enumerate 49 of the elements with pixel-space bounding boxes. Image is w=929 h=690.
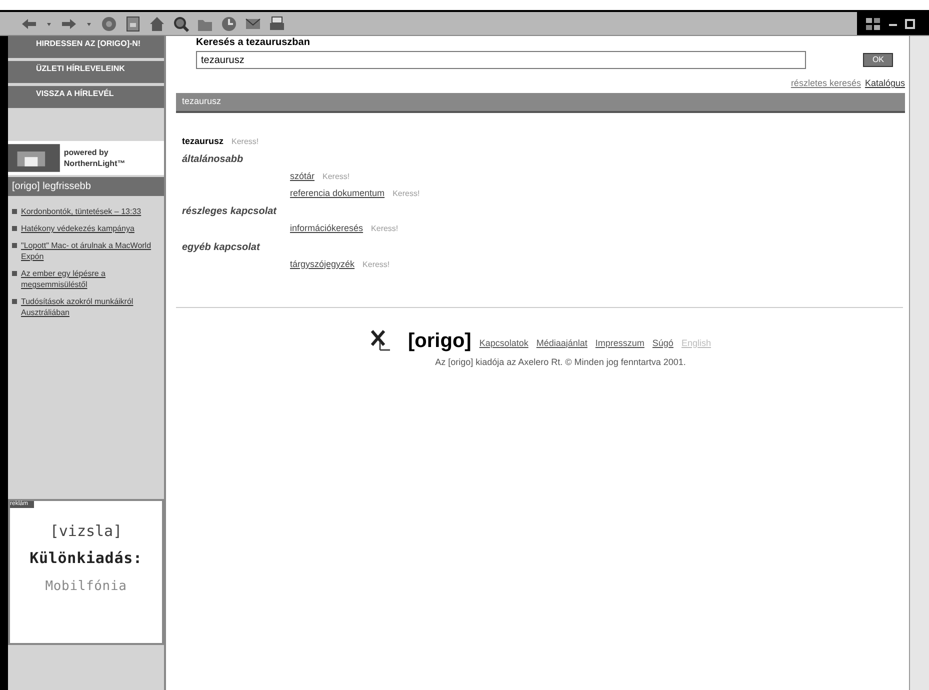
powered-by-text: powered by NorthernLight™: [62, 147, 126, 169]
bullet-icon: [12, 243, 17, 248]
scrollbar[interactable]: [909, 36, 929, 690]
link[interactable]: Katalógus: [864, 77, 905, 90]
term-link[interactable]: referencia dokumentum: [290, 186, 385, 200]
term-link[interactable]: szótár: [290, 170, 315, 184]
ad-text: Különkiadás:: [30, 548, 142, 568]
origo-logo-text: [origo]: [408, 330, 472, 352]
sidebar-menu-item[interactable]: VISSZA A HÍRLEVÉL: [8, 86, 164, 108]
stop-icon[interactable]: [100, 14, 118, 32]
term-label: tezaurusz: [182, 134, 224, 148]
windows-logo-icon: [865, 16, 881, 30]
ok-button[interactable]: OK: [863, 53, 893, 67]
minimize-icon[interactable]: [889, 22, 897, 26]
footer-link[interactable]: Kapcsolatok: [479, 336, 528, 350]
news-link[interactable]: Hatékony védekezés kampánya: [21, 223, 134, 234]
home-icon[interactable]: [148, 14, 166, 32]
news-link[interactable]: Az ember egy lépésre a megsemmisüléstől: [21, 268, 164, 290]
restore-icon[interactable]: [905, 18, 915, 28]
printer-icon[interactable]: [268, 14, 286, 32]
group-title: általánosabb: [182, 153, 244, 167]
search-field[interactable]: tezaurusz: [196, 51, 806, 69]
news-link[interactable]: Tudósítások azokról munkáikról Ausztráliában: [21, 296, 164, 318]
copyright-text: Az [origo] kiadója az Axelero Rt. © Minden jog fenntartva 2001.: [435, 356, 686, 369]
group-title: részleges kapcsolat: [182, 205, 278, 219]
origo-logo-icon: [370, 328, 392, 352]
sidebar-menu-item[interactable]: HIRDESSEN AZ [ORIGO]-N!: [8, 36, 164, 58]
section-header: tezaurusz: [176, 92, 905, 112]
term-link[interactable]: információkeresés: [290, 222, 364, 236]
group-title: egyéb kapcsolat: [182, 240, 261, 254]
footer-link[interactable]: Súgó: [652, 336, 674, 350]
sidebar-menu-item[interactable]: ÜZLETI HÍRLEVELEINK: [8, 61, 164, 83]
clock-icon[interactable]: [220, 14, 238, 32]
link[interactable]: részletes keresés: [790, 77, 861, 90]
news-heading: [origo] legfrissebb: [8, 177, 164, 196]
news-link[interactable]: "Lopott" Mac- ot árulnak a MacWorld Expón: [21, 240, 164, 262]
term-link[interactable]: tárgyszójegyzék: [290, 258, 355, 271]
lighthouse-logo-icon: [8, 143, 60, 173]
news-link[interactable]: Kordonbontók, tüntetések – 13:33: [21, 206, 142, 217]
footer-link[interactable]: Médiaajánlat: [536, 336, 588, 350]
search-icon[interactable]: [172, 14, 190, 32]
bullet-icon: [12, 299, 17, 304]
bullet-icon: [12, 209, 17, 214]
search-title: Keresés a tezauruszban: [195, 36, 311, 50]
ad-text: [vizsla]: [50, 521, 122, 542]
bullet-icon: [12, 226, 17, 231]
bullet-icon: [12, 271, 17, 276]
ad-text: Mobilfónia: [45, 578, 127, 596]
footer-link[interactable]: Impresszum: [595, 336, 644, 350]
